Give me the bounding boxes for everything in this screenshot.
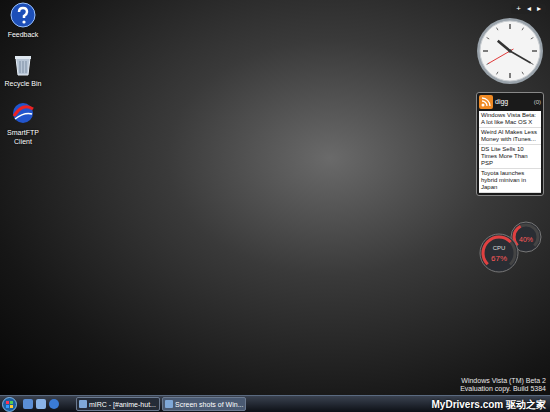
svg-text:CPU: CPU bbox=[493, 245, 506, 251]
sidebar-control[interactable]: ◂ bbox=[525, 4, 533, 14]
digg-item[interactable]: Toyota launches hybrid minivan in Japan bbox=[479, 169, 541, 193]
window-icon bbox=[79, 400, 87, 408]
digg-gadget[interactable]: digg(0) Windows Vista Beta: A lot like Ma… bbox=[476, 92, 544, 196]
start-orb-icon[interactable] bbox=[2, 397, 17, 412]
cpu-meter-gadget[interactable]: 40% CPU 67% bbox=[475, 220, 545, 274]
digg-item[interactable]: Weird Al Makes Less Money with iTunes... bbox=[479, 128, 541, 145]
clock-gadget[interactable] bbox=[475, 16, 545, 86]
evaluation-watermark: Windows Vista (TM) Beta 2Evaluation copy… bbox=[460, 377, 546, 393]
quick-launch bbox=[23, 399, 59, 409]
digg-header: digg(0) bbox=[479, 95, 541, 109]
desktop-icons: Feedback Recycle Bin SmartFTP Client bbox=[0, 0, 550, 146]
digg-list: Windows Vista Beta: A lot like Mac OS XW… bbox=[479, 111, 541, 193]
desktop: Feedback Recycle Bin SmartFTP Client +◂▸ dig… bbox=[0, 0, 550, 395]
svg-text:40%: 40% bbox=[519, 236, 533, 243]
taskbar-button[interactable]: Screen shots of Win... bbox=[162, 397, 246, 411]
desktop-icon[interactable]: Feedback bbox=[1, 2, 45, 39]
desktop-quicklaunch-icon[interactable] bbox=[23, 399, 33, 409]
desktop-screen: Feedback Recycle Bin SmartFTP Client +◂▸ dig… bbox=[0, 0, 550, 412]
svg-text:67%: 67% bbox=[491, 254, 507, 263]
recycle-bin-icon bbox=[10, 51, 36, 77]
taskbar-button[interactable]: mIRC - [#anime-hut... bbox=[76, 397, 160, 411]
rss-icon bbox=[479, 95, 493, 109]
feedback-icon bbox=[10, 2, 36, 28]
desktop-icon[interactable]: SmartFTP Client bbox=[1, 100, 45, 146]
taskbar: mIRC - [#anime-hut...Screen shots of Win… bbox=[0, 395, 550, 412]
sidebar-control[interactable]: ▸ bbox=[535, 4, 543, 14]
smartftp-icon bbox=[10, 100, 36, 126]
digg-item[interactable]: DS Lite Sells 10 Times More Than PSP bbox=[479, 145, 541, 169]
sidebar-control[interactable]: + bbox=[514, 4, 523, 14]
browser-icon[interactable] bbox=[49, 399, 59, 409]
switch-windows-icon[interactable] bbox=[36, 399, 46, 409]
window-icon bbox=[165, 400, 173, 408]
sidebar: +◂▸ digg(0) Windows Vista Beta: A lot like… bbox=[474, 4, 546, 274]
desktop-icon[interactable]: Recycle Bin bbox=[1, 51, 45, 88]
digg-item[interactable]: Windows Vista Beta: A lot like Mac OS X bbox=[479, 111, 541, 128]
taskbar-buttons: mIRC - [#anime-hut...Screen shots of Win… bbox=[76, 397, 246, 411]
site-watermark: MyDrivers.com 驱动之家 bbox=[432, 398, 546, 411]
sidebar-controls: +◂▸ bbox=[511, 4, 546, 14]
